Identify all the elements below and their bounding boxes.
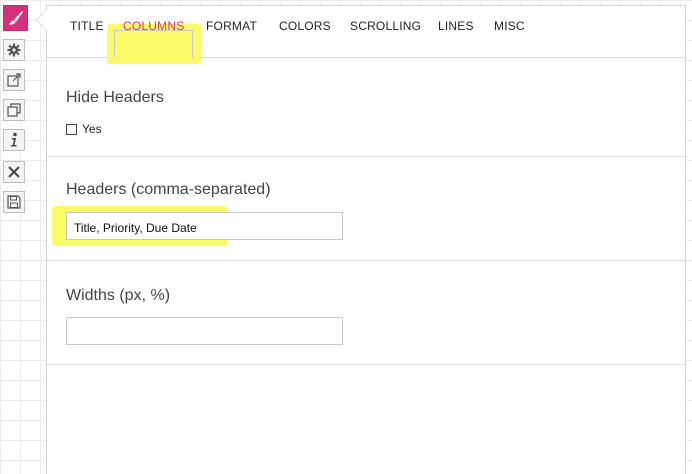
tab-bar: TITLE COLUMNS FORMAT COLORS SCROLLING LI… xyxy=(47,6,685,64)
hide-headers-label: Hide Headers xyxy=(66,89,164,106)
headers-section: Headers (comma-separated) Title, Priorit… xyxy=(47,157,685,261)
brush-tool-button[interactable] xyxy=(3,5,28,31)
widths-section: Widths (px, %) xyxy=(47,261,685,365)
external-link-icon xyxy=(7,73,21,87)
headers-input-value: Title, Priority, Due Date xyxy=(74,221,197,235)
remove-tool-button[interactable] xyxy=(3,161,25,183)
tab-scrolling-label: SCROLLING xyxy=(350,19,422,33)
save-tool-button[interactable] xyxy=(3,191,25,213)
panel-pointer-inner xyxy=(37,10,47,30)
brush-icon xyxy=(8,11,23,25)
hide-headers-checkbox[interactable] xyxy=(66,123,77,135)
save-icon xyxy=(7,195,21,209)
close-icon xyxy=(8,166,20,178)
widths-label: Widths (px, %) xyxy=(66,287,171,304)
copy-icon xyxy=(7,103,21,117)
tab-format-label: FORMAT xyxy=(206,19,257,33)
widths-input[interactable] xyxy=(66,317,343,345)
settings-panel: TITLE COLUMNS FORMAT COLORS SCROLLING LI… xyxy=(37,5,686,474)
hide-headers-option: Yes xyxy=(66,122,102,136)
headers-label: Headers (comma-separated) xyxy=(66,181,271,198)
info-icon xyxy=(11,132,17,147)
open-external-tool-button[interactable] xyxy=(3,69,25,91)
tab-title-label: TITLE xyxy=(70,19,104,33)
hide-headers-checkbox-label: Yes xyxy=(82,122,102,136)
tab-colors-label: COLORS xyxy=(279,19,331,33)
hide-headers-section: Hide Headers Yes xyxy=(47,57,685,157)
gear-icon xyxy=(7,43,21,57)
tab-misc-label: MISC xyxy=(494,19,525,33)
duplicate-tool-button[interactable] xyxy=(3,99,25,121)
tab-lines-label: LINES xyxy=(438,19,474,33)
tab-columns-label: COLUMNS xyxy=(123,19,185,33)
settings-tool-button[interactable] xyxy=(3,39,25,61)
info-tool-button[interactable] xyxy=(3,129,25,151)
